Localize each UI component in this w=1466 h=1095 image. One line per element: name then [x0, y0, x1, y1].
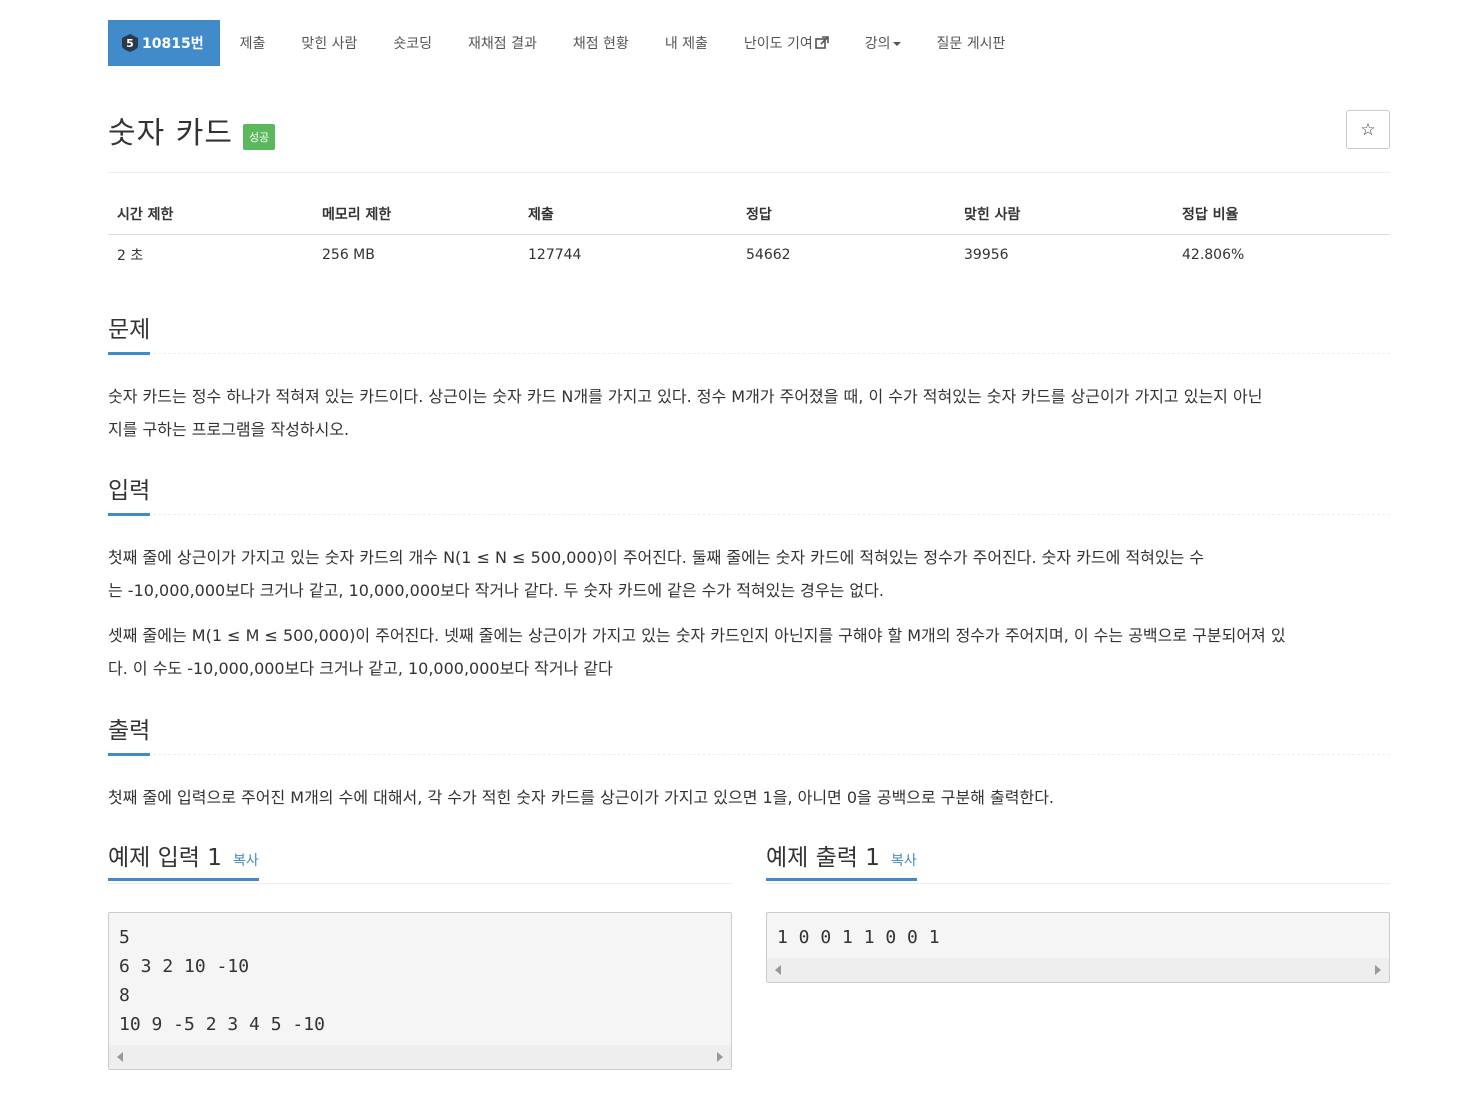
code-line: 1 0 0 1 1 0 0 1	[777, 927, 940, 948]
table-cell: 54662	[746, 247, 791, 263]
text-line: 숫자 카드는 정수 하나가 적혀져 있는 카드이다. 상근이는 숫자 카드 N개…	[108, 387, 1263, 406]
status-badge: 성공	[242, 124, 276, 150]
text-line: 셋째 줄에는 M(1 ≤ M ≤ 500,000)이 주어진다. 넷째 줄에는 …	[108, 626, 1286, 645]
nav-item-my-submissions[interactable]: 내 제출	[647, 33, 726, 53]
problem-number: 10815번	[142, 36, 204, 52]
input-text: 첫째 줄에 상근이가 가지고 있는 숫자 카드의 개수 N(1 ≤ N ≤ 50…	[108, 541, 1390, 685]
sample-input-box[interactable]: 5 6 3 2 10 -10 8 10 9 -5 2 3 4 5 -10	[108, 912, 732, 1070]
column-header: 메모리 제한	[313, 196, 519, 235]
horizontal-scrollbar[interactable]	[109, 1045, 731, 1069]
description-heading: 문제	[108, 310, 151, 355]
horizontal-scrollbar[interactable]	[767, 958, 1389, 982]
nav-item-board[interactable]: 질문 게시판	[919, 33, 1024, 53]
sample-input-code: 5 6 3 2 10 -10 8 10 9 -5 2 3 4 5 -10	[109, 913, 731, 1045]
sample-input-header: 예제 입력 1 복사	[108, 838, 732, 884]
scroll-left-icon[interactable]	[117, 1052, 123, 1062]
output-text: 첫째 줄에 입력으로 주어진 M개의 수에 대해서, 각 수가 적힌 숫자 카드…	[108, 788, 1055, 807]
column-header: 시간 제한	[108, 196, 313, 235]
code-line: 8	[119, 985, 130, 1006]
favorite-button[interactable]: ☆	[1346, 110, 1390, 149]
column-header: 정답 비율	[1173, 196, 1390, 235]
table-cell: 256 MB	[322, 247, 375, 263]
table-cell: 127744	[528, 247, 582, 263]
sample-output-box[interactable]: 1 0 0 1 1 0 0 1	[766, 912, 1390, 983]
text-line: 는 -10,000,000보다 크거나 같고, 10,000,000보다 작거나…	[108, 581, 884, 600]
code-line: 6 3 2 10 -10	[119, 956, 250, 977]
scroll-left-icon[interactable]	[775, 965, 781, 975]
nav-item-lectures[interactable]: 강의	[847, 33, 919, 53]
nav-item-short-coding[interactable]: 숏코딩	[375, 33, 450, 53]
text-line: 첫째 줄에 상근이가 가지고 있는 숫자 카드의 개수 N(1 ≤ N ≤ 50…	[108, 548, 1205, 567]
table-cell: 39956	[964, 247, 1009, 263]
description-section-header: 문제	[108, 310, 1390, 355]
caret-down-icon	[892, 42, 901, 46]
output-section-header: 출력	[108, 711, 1390, 756]
code-line: 10 9 -5 2 3 4 5 -10	[119, 1014, 325, 1035]
column-header: 맞힌 사람	[955, 196, 1173, 235]
external-link-icon	[814, 36, 829, 49]
title-row: 숫자 카드 성공	[108, 108, 276, 152]
sample-output-code: 1 0 0 1 1 0 0 1	[767, 913, 1389, 958]
input-section-header: 입력	[108, 471, 1390, 516]
problem-info-table: 시간 제한 메모리 제한 제출 정답 맞힌 사람 정답 비율 2 초 256 M…	[108, 196, 1390, 275]
nav-item-solved-users[interactable]: 맞힌 사람	[283, 33, 375, 53]
page-title: 숫자 카드	[108, 116, 233, 151]
nav-item-lectures-label: 강의	[864, 36, 891, 52]
description-text: 숫자 카드는 정수 하나가 적혀져 있는 카드이다. 상근이는 숫자 카드 N개…	[108, 380, 1390, 446]
sample-output-title: 예제 출력 1	[766, 845, 880, 871]
table-cell: 42.806%	[1182, 247, 1245, 263]
nav-item-rejudge[interactable]: 재채점 결과	[450, 33, 555, 53]
star-icon: ☆	[1360, 119, 1376, 140]
text-line: 지를 구하는 프로그램을 작성하시오.	[108, 420, 350, 439]
nav-item-problem[interactable]: 5 10815번	[108, 20, 220, 66]
sample-output-panel: 예제 출력 1 복사 1 0 0 1 1 0 0 1	[766, 838, 1390, 983]
column-header: 정답	[737, 196, 955, 235]
title-divider	[108, 172, 1390, 173]
text-line: 다. 이 수도 -10,000,000보다 크거나 같고, 10,000,000…	[108, 659, 613, 678]
sample-input-title: 예제 입력 1	[108, 845, 222, 871]
copy-input-link[interactable]: 복사	[233, 853, 259, 869]
nav-item-submit[interactable]: 제출	[220, 33, 284, 53]
table-header-row: 시간 제한 메모리 제한 제출 정답 맞힌 사람 정답 비율	[108, 196, 1390, 235]
problem-nav: 5 10815번 제출 맞힌 사람 숏코딩 재채점 결과 채점 현황 내 제출 …	[108, 20, 1023, 66]
input-heading: 입력	[108, 471, 151, 516]
sample-output-header: 예제 출력 1 복사	[766, 838, 1390, 884]
output-heading: 출력	[108, 711, 151, 756]
nav-item-difficulty-label: 난이도 기여	[743, 36, 813, 52]
copy-output-link[interactable]: 복사	[891, 853, 917, 869]
nav-item-status[interactable]: 채점 현황	[555, 33, 647, 53]
scroll-right-icon[interactable]	[717, 1052, 723, 1062]
code-line: 5	[119, 927, 130, 948]
scroll-right-icon[interactable]	[1375, 965, 1381, 975]
table-cell: 2 초	[117, 248, 144, 264]
tier-badge-icon: 5	[122, 34, 138, 52]
sample-input-panel: 예제 입력 1 복사 5 6 3 2 10 -10 8 10 9 -5 2 3 4 5…	[108, 838, 732, 1070]
nav-item-difficulty[interactable]: 난이도 기여	[726, 33, 847, 53]
table-row: 2 초 256 MB 127744 54662 39956 42.806%	[108, 235, 1390, 276]
column-header: 제출	[519, 196, 737, 235]
